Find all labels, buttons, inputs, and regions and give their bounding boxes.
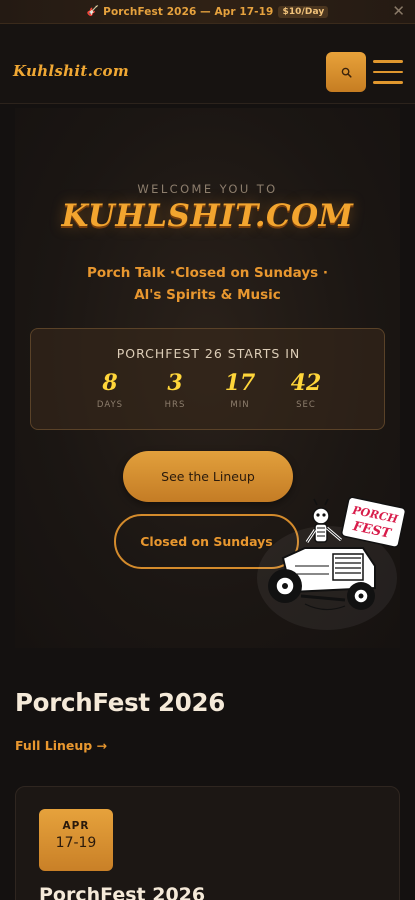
event-card[interactable]: APR 17-19 PorchFest 2026 — [15, 786, 400, 900]
countdown-hours: 3 HRS — [145, 369, 205, 410]
date-month: APR — [62, 820, 90, 832]
countdown-value: 3 — [167, 370, 183, 396]
countdown-label: SEC — [296, 400, 316, 410]
price-badge: $10/Day — [278, 5, 329, 18]
countdown-label: DAYS — [96, 400, 124, 410]
welcome-text: WELCOME YOU TO — [137, 182, 278, 196]
announcement-text: PorchFest 2026 — Apr 17-19 — [103, 5, 274, 18]
countdown-value: 42 — [290, 370, 322, 396]
date-days: 17-19 — [55, 835, 97, 851]
hamburger-menu-icon[interactable] — [373, 60, 403, 84]
full-lineup-link[interactable]: Full Lineup → — [15, 738, 107, 753]
close-icon[interactable]: ✕ — [392, 3, 405, 19]
event-title: PorchFest 2026 — [39, 884, 206, 900]
hero-tagline: Porch Talk ·Closed on Sundays · Al's Spi… — [15, 262, 400, 306]
site-logo[interactable]: Kuhlshit.com — [13, 62, 129, 80]
tagline-line-2: Al's Spirits & Music — [134, 287, 281, 303]
guitar-icon: 🎸 — [86, 6, 100, 17]
site-header: Kuhlshit.com — [0, 24, 415, 104]
countdown-value: 8 — [102, 370, 118, 396]
see-lineup-button[interactable]: See the Lineup — [123, 451, 293, 502]
countdown-label: HRS — [164, 400, 186, 410]
search-icon — [341, 67, 352, 78]
hero-title: KUHLSHIT.COM — [61, 198, 354, 234]
hero-section: WELCOME YOU TO KUHLSHIT.COM Porch Talk ·… — [15, 108, 405, 648]
countdown-value: 17 — [224, 370, 256, 396]
countdown-seconds: 42 SEC — [276, 369, 336, 410]
countdown-label: MIN — [230, 400, 250, 410]
section-title: PorchFest 2026 — [15, 688, 226, 717]
search-button[interactable] — [326, 52, 366, 92]
countdown-days: 8 DAYS — [80, 369, 140, 410]
porchfest-sticker-illustration: PORCH FEST — [257, 496, 405, 630]
countdown-box: PORCHFEST 26 STARTS IN 8 DAYS 3 HRS 17 M… — [30, 328, 385, 430]
announcement-bar: 🎸 PorchFest 2026 — Apr 17-19 $10/Day ✕ — [0, 0, 415, 24]
countdown-minutes: 17 MIN — [210, 369, 270, 410]
countdown-title: PORCHFEST 26 STARTS IN — [116, 346, 301, 361]
tagline-line-1: Porch Talk ·Closed on Sundays · — [86, 265, 329, 281]
date-badge: APR 17-19 — [39, 809, 113, 871]
